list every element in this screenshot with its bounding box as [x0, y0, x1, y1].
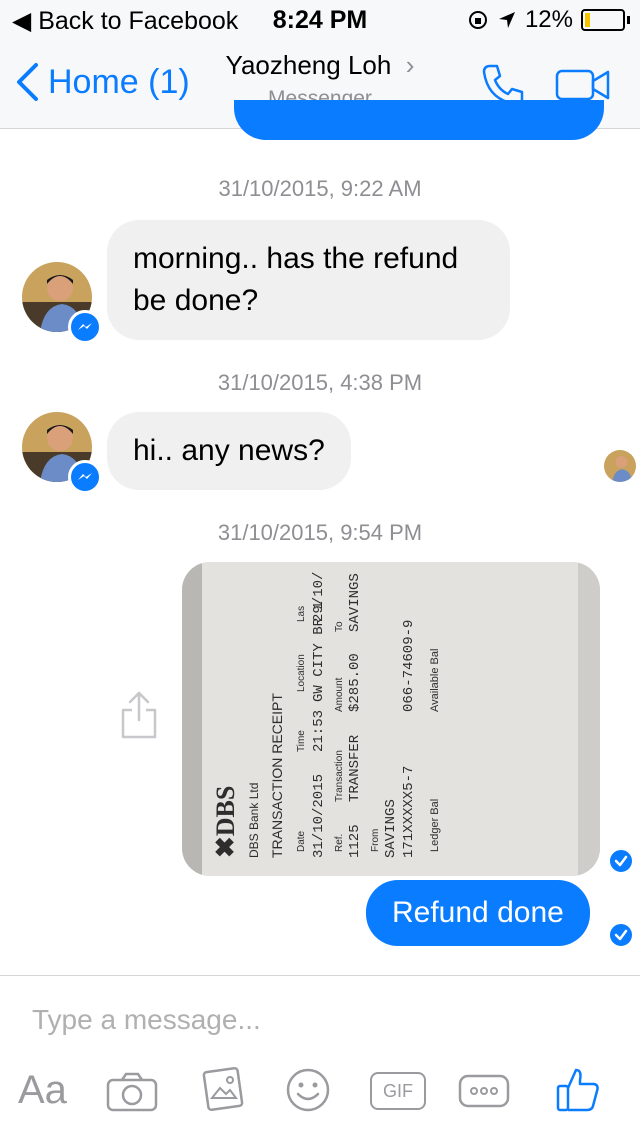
orientation-lock-icon — [468, 11, 487, 29]
photos-button[interactable] — [200, 1066, 246, 1117]
status-indicators: 12% — [467, 6, 630, 34]
like-button[interactable] — [556, 1066, 600, 1117]
delivered-check-icon — [608, 922, 634, 948]
composer: Type a message... Aa GIF — [0, 975, 640, 1137]
receipt-ref-label: Ref. — [334, 834, 345, 852]
receipt-ref: 1125 — [347, 824, 363, 858]
receipt-from-label: From — [370, 829, 381, 852]
receipt-ledger-label: Ledger Bal — [429, 799, 441, 852]
receipt-amount-label: Amount — [334, 677, 345, 712]
receipt-bank: DBS Bank Ltd — [247, 783, 261, 858]
status-bar: ◀ Back to Facebook 8:24 PM 12% — [0, 0, 640, 40]
receipt-transaction-label: Transaction — [334, 750, 345, 802]
receipt-from-acct: 171XXXXX5-7 — [401, 766, 417, 858]
receipt-avail-label: Available Bal — [429, 649, 441, 712]
photo-gallery-icon — [202, 1066, 244, 1112]
text-style-label: Aa — [18, 1068, 67, 1112]
receipt-logo: ✖DBS — [211, 786, 240, 858]
receipt-from: SAVINGS — [383, 799, 399, 858]
outgoing-message-bubble[interactable]: Refund done — [366, 880, 590, 946]
battery-tip — [627, 16, 630, 24]
receipt-photo[interactable]: ✖DBS DBS Bank Ltd TRANSACTION RECEIPT Da… — [182, 562, 600, 876]
message-timestamp: 31/10/2015, 9:22 AM — [218, 176, 422, 201]
incoming-message-bubble[interactable]: hi.. any news? — [107, 412, 351, 490]
battery-percent: 12% — [524, 6, 573, 33]
receipt-to-acct: 066-74609-9 — [401, 620, 417, 712]
messenger-badge-icon — [68, 460, 102, 494]
smiley-icon — [286, 1068, 330, 1112]
video-camera-icon — [555, 69, 610, 101]
share-button[interactable] — [120, 690, 158, 745]
receipt-to-label: To — [334, 621, 345, 632]
previous-message-bubble — [234, 100, 604, 140]
incoming-message-bubble[interactable]: morning.. has the refund be done? — [107, 220, 510, 340]
receipt-date: 31/10/2015 — [311, 774, 327, 858]
message-input[interactable]: Type a message... — [32, 1004, 261, 1036]
receipt-time-label: Time — [296, 730, 307, 752]
location-icon — [498, 12, 515, 28]
camera-button[interactable] — [106, 1072, 158, 1117]
contact-name: Yaozheng Loh › — [225, 50, 415, 80]
gif-label: GIF — [383, 1081, 413, 1101]
message-timestamp: 31/10/2015, 4:38 PM — [217, 370, 423, 395]
receipt-last-label: Las — [296, 606, 307, 622]
receipt-to-account: SAVINGS — [347, 573, 363, 632]
chevron-right-icon: › — [398, 50, 415, 80]
delivered-check-icon — [608, 848, 634, 874]
share-icon — [121, 691, 157, 739]
gif-button[interactable]: GIF — [370, 1072, 426, 1110]
receipt-transaction: TRANSFER — [347, 734, 363, 802]
receipt-date-label: Date — [296, 830, 307, 852]
messenger-badge-icon — [68, 310, 102, 344]
receipt-last-value: 29/10/ — [311, 572, 327, 622]
thumbs-up-icon — [556, 1068, 599, 1112]
receipt-location-label: Location — [296, 654, 307, 692]
receipt-title: TRANSACTION RECEIPT — [269, 693, 285, 858]
receipt-time: 21:53 — [311, 710, 327, 752]
message-timestamp: 31/10/2015, 9:54 PM — [217, 520, 423, 545]
sticker-button[interactable] — [286, 1068, 330, 1117]
battery-icon — [581, 9, 625, 31]
receipt-amount: $285.00 — [347, 653, 363, 712]
text-style-button[interactable]: Aa — [18, 1068, 67, 1113]
camera-icon — [106, 1072, 158, 1112]
seen-avatar — [604, 450, 636, 482]
more-options-button[interactable] — [458, 1074, 510, 1113]
more-dots-icon — [458, 1074, 510, 1108]
receipt-image: ✖DBS DBS Bank Ltd TRANSACTION RECEIPT Da… — [182, 562, 600, 876]
